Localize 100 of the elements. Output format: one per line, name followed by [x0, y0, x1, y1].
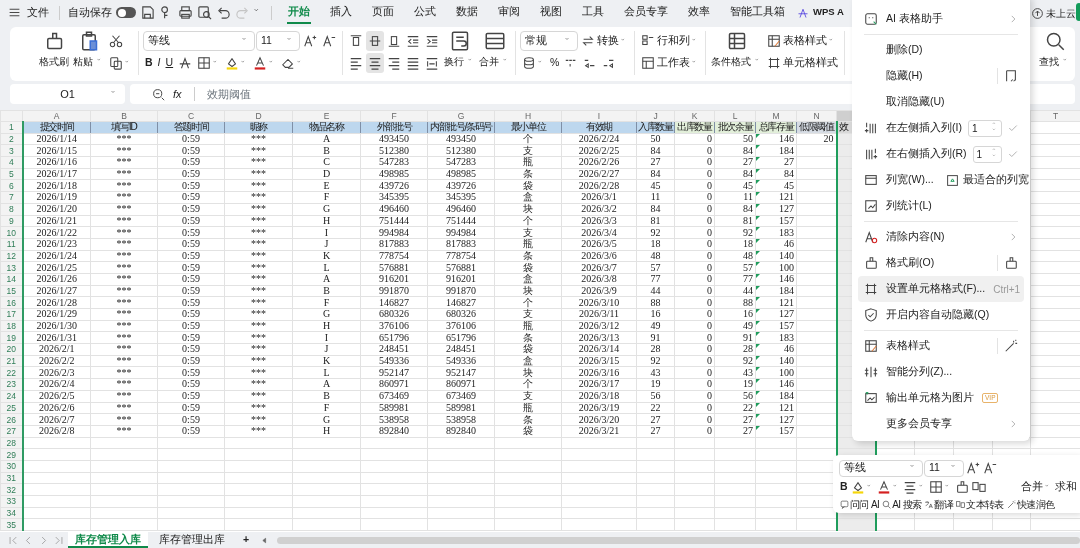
merge-button[interactable]: 合并	[1020, 477, 1053, 497]
format-painter-button[interactable]: 格式刷	[38, 31, 70, 69]
column-header[interactable]: L	[714, 110, 756, 122]
ribbon-tab[interactable]: 效率	[687, 1, 711, 24]
column-header[interactable]: E	[292, 110, 361, 122]
align-button[interactable]	[366, 31, 384, 51]
toolbar-action[interactable]: 快速润色	[1005, 497, 1056, 512]
toolbar-action[interactable]: 文本转表	[955, 497, 1005, 512]
row-number[interactable]: 5	[0, 168, 23, 180]
row-number[interactable]: 21	[0, 355, 23, 367]
cloud-upload-icon[interactable]	[1031, 7, 1044, 20]
row-number[interactable]: 12	[0, 250, 23, 262]
underline-button[interactable]: U	[163, 53, 176, 73]
toolbar-action[interactable]: AI 搜索	[881, 497, 923, 512]
magic-wand-icon[interactable]	[1004, 339, 1018, 353]
menu-item[interactable]: 开启内容自动隐藏(Q)	[864, 304, 1018, 326]
menu-item[interactable]: 清除内容(N)	[864, 226, 1018, 248]
bold-button[interactable]: B	[143, 53, 155, 73]
percent-button[interactable]: %	[548, 53, 562, 73]
rows-columns-button[interactable]: 行和列	[639, 31, 701, 51]
font-select[interactable]: 等线	[839, 459, 923, 477]
wrap-text-button[interactable]: 换行	[443, 31, 476, 69]
number-spinner[interactable]: 1	[967, 119, 1002, 137]
horizontal-scrollbar[interactable]	[277, 536, 1080, 544]
menu-item[interactable]: 在左侧插入列(I)	[864, 117, 962, 139]
cloud-status[interactable]: 未上云	[1046, 6, 1076, 21]
row-number[interactable]: 34	[0, 507, 23, 519]
merge-button[interactable]: 合并	[478, 31, 511, 69]
column-header[interactable]: M	[755, 110, 797, 122]
print-preview-icon[interactable]	[197, 5, 212, 20]
sheet-tab[interactable]: 库存管理出库	[152, 532, 232, 548]
ribbon-tab[interactable]: 工具	[581, 1, 605, 24]
menu-item[interactable]: 取消隐藏(U)	[864, 91, 1018, 113]
check-icon[interactable]	[1008, 149, 1018, 159]
conditional-format-button[interactable]: 条件格式	[710, 31, 763, 69]
menu-item[interactable]: 表格样式	[864, 335, 991, 357]
ribbon-tab[interactable]: 数据	[455, 1, 479, 24]
column-header[interactable]: B	[90, 110, 158, 122]
menu-item[interactable]: 列宽(W)...	[864, 169, 934, 191]
find-button[interactable]: 查找	[1038, 31, 1071, 69]
column-header[interactable]: I	[561, 110, 637, 122]
column-header[interactable]: T	[1030, 110, 1080, 122]
paste-button[interactable]: 粘贴	[72, 31, 105, 69]
cell-style-button[interactable]: 单元格样式	[765, 53, 840, 73]
row-number[interactable]: 31	[0, 472, 23, 484]
column-header[interactable]: N	[796, 110, 837, 122]
number-format-select[interactable]: 常规	[520, 31, 578, 51]
menu-item[interactable]: AI 表格助手	[864, 8, 1018, 30]
worksheet-button[interactable]: 工作表	[639, 53, 701, 73]
zoom-icon[interactable]	[152, 87, 165, 101]
ribbon-tab[interactable]: 视图	[539, 1, 563, 24]
column-header[interactable]: H	[494, 110, 562, 122]
table-style-button[interactable]: 表格样式	[765, 31, 840, 51]
column-header[interactable]: D	[224, 110, 293, 122]
name-box[interactable]: O1	[10, 84, 125, 104]
check-icon[interactable]	[1008, 123, 1018, 133]
row-number[interactable]: 2	[0, 133, 23, 145]
ribbon-tab[interactable]: 开始	[287, 1, 311, 24]
ribbon-tab[interactable]: 会员专享	[623, 1, 669, 24]
undo-icon[interactable]	[216, 5, 231, 20]
font-size-select[interactable]: 11	[924, 459, 964, 477]
menu-item[interactable]: 智能分列(Z)...	[864, 361, 1018, 383]
toolbar-action[interactable]: 翻译	[923, 497, 955, 512]
font-size-select[interactable]: 11	[256, 31, 300, 51]
column-header[interactable]: A	[22, 110, 91, 122]
column-header[interactable]: J	[636, 110, 675, 122]
menu-icon[interactable]	[8, 6, 21, 19]
ribbon-tab[interactable]: 页面	[371, 1, 395, 24]
number-spinner[interactable]: 1	[972, 145, 1002, 163]
column-header[interactable]: C	[157, 110, 225, 122]
menu-item[interactable]: 隐藏(H)	[864, 65, 991, 87]
column-header[interactable]: K	[674, 110, 715, 122]
row-number[interactable]: 28	[0, 437, 23, 449]
save-icon[interactable]	[140, 5, 155, 20]
row-number[interactable]: 18	[0, 320, 23, 332]
menu-item[interactable]: 格式刷(O)	[864, 252, 991, 274]
bold-button[interactable]: B	[839, 477, 849, 497]
menu-item[interactable]: 列统计(L)	[864, 195, 1018, 217]
fx-button[interactable]: fx	[173, 85, 182, 103]
menu-item[interactable]: 在右侧插入列(R)	[864, 143, 967, 165]
column-header[interactable]: F	[360, 110, 428, 122]
print-icon[interactable]	[178, 5, 193, 20]
sheet-tab[interactable]: 库存管理入库	[68, 532, 148, 548]
align-button[interactable]	[366, 53, 384, 73]
hide-icon[interactable]	[1004, 69, 1018, 83]
row-number[interactable]: 15	[0, 285, 23, 297]
row-number[interactable]: 9	[0, 215, 23, 227]
menu-item[interactable]: 删除(D)	[864, 39, 1018, 61]
ribbon-tab[interactable]: 智能工具箱	[729, 1, 786, 24]
ribbon-tab[interactable]: 审阅	[497, 1, 521, 24]
font-select[interactable]: 等线	[143, 31, 255, 51]
ribbon-tab[interactable]: 公式	[413, 1, 437, 24]
add-sheet-button[interactable]: +	[236, 532, 257, 548]
file-menu[interactable]: 文件	[25, 2, 51, 23]
sum-button[interactable]: 求和	[1054, 477, 1078, 497]
row-number[interactable]: 25	[0, 402, 23, 414]
convert-button[interactable]: 转换	[579, 31, 630, 51]
menu-item[interactable]: 更多会员专享	[864, 413, 1018, 435]
ribbon-tab[interactable]: 插入	[329, 1, 353, 24]
menu-item[interactable]: 最适合的列宽	[945, 172, 1029, 188]
